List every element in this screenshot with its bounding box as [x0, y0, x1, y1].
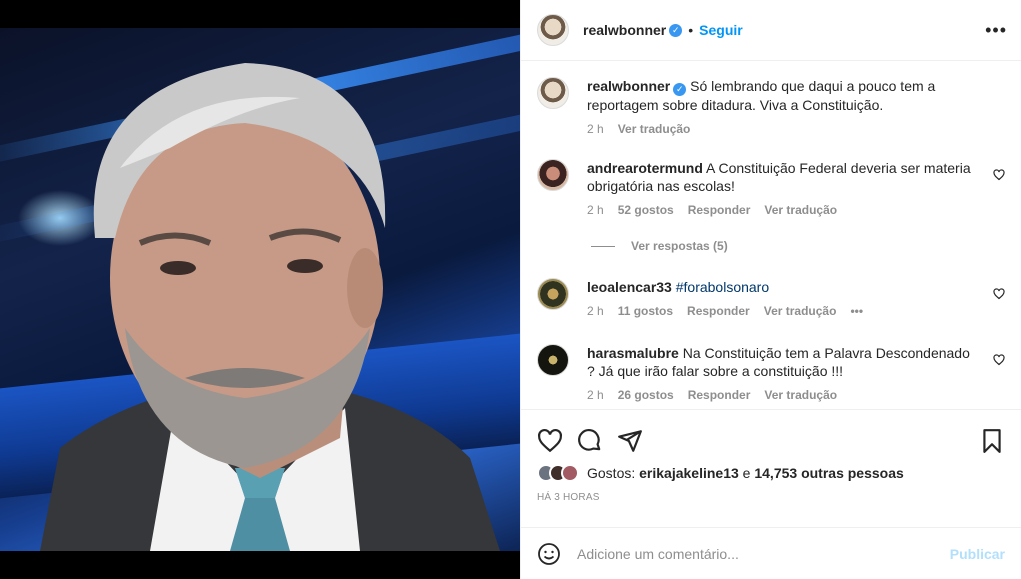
- reply-button[interactable]: Responder: [688, 388, 751, 402]
- likes-summary: Gostos: erikajakeline13 e 14,753 outras …: [521, 460, 1021, 482]
- comment-item: andrearotermund A Constituição Federal d…: [537, 159, 1007, 217]
- comment-time: 2 h: [587, 304, 604, 318]
- comment-time: 2 h: [587, 388, 604, 402]
- like-comment-heart-icon[interactable]: [993, 354, 1005, 366]
- author-avatar[interactable]: [537, 14, 569, 46]
- comment-composer: Publicar: [521, 527, 1021, 579]
- commenter-avatar[interactable]: [537, 344, 569, 376]
- save-bookmark-icon[interactable]: [979, 428, 1005, 454]
- likes-prefix: Gostos:: [587, 465, 636, 481]
- hashtag-link[interactable]: #forabolsonaro: [676, 279, 769, 295]
- like-heart-icon[interactable]: [537, 428, 563, 454]
- verified-badge-icon: ✓: [673, 82, 687, 96]
- replies-line: [591, 245, 615, 247]
- other-likers-link[interactable]: 14,753 outras pessoas: [754, 465, 903, 481]
- post-side-panel: realwbonner ✓ • Seguir ••• realwbonner ✓ …: [520, 0, 1021, 579]
- translate-link[interactable]: Ver tradução: [764, 203, 837, 217]
- caption-username[interactable]: realwbonner: [587, 78, 670, 94]
- caption: realwbonner ✓ Só lembrando que daqui a po…: [537, 77, 1007, 136]
- comment-likes[interactable]: 52 gostos: [618, 203, 674, 217]
- author-username[interactable]: realwbonner: [583, 22, 666, 38]
- first-liker-link[interactable]: erikajakeline13: [639, 465, 739, 481]
- like-comment-heart-icon[interactable]: [993, 288, 1005, 300]
- comment-item: harasmalubre Na Constituição tem a Palav…: [537, 344, 1007, 402]
- caption-translate-link[interactable]: Ver tradução: [618, 122, 691, 136]
- comment-item: leoalencar33 #forabolsonaro 2 h 11 gosto…: [537, 278, 1007, 318]
- publish-button[interactable]: Publicar: [950, 546, 1005, 562]
- reply-button[interactable]: Responder: [687, 304, 750, 318]
- translate-link[interactable]: Ver tradução: [764, 304, 837, 318]
- verified-badge-icon: ✓: [669, 23, 683, 37]
- caption-avatar[interactable]: [537, 77, 569, 109]
- person-illustration: [40, 63, 500, 551]
- posted-ago[interactable]: HÁ 3 HORAS: [521, 482, 1021, 503]
- liker-avatar: [561, 464, 579, 482]
- comment-bubble-icon[interactable]: [577, 428, 603, 454]
- emoji-icon[interactable]: [537, 542, 561, 566]
- post-header: realwbonner ✓ • Seguir •••: [521, 0, 1021, 61]
- comment-likes[interactable]: 11 gostos: [618, 304, 673, 318]
- post-actions: Gostos: erikajakeline13 e 14,753 outras …: [521, 409, 1021, 527]
- reply-button[interactable]: Responder: [688, 203, 751, 217]
- liker-avatars: [537, 464, 579, 482]
- translate-link[interactable]: Ver tradução: [764, 388, 837, 402]
- caption-time: 2 h: [587, 121, 604, 136]
- post-media-pane: [0, 0, 520, 579]
- view-replies-button[interactable]: Ver respostas (5): [591, 239, 728, 253]
- commenter-avatar[interactable]: [537, 278, 569, 310]
- commenter-avatar[interactable]: [537, 159, 569, 191]
- separator-dot: •: [688, 22, 694, 38]
- comment-more-icon[interactable]: •••: [850, 304, 863, 318]
- likes-connector: e: [742, 465, 751, 481]
- comment-username[interactable]: andrearotermund: [587, 160, 703, 176]
- comment-username[interactable]: leoalencar33: [587, 279, 672, 295]
- view-replies-label: Ver respostas (5): [631, 239, 728, 253]
- comment-input[interactable]: [577, 545, 950, 562]
- comments-list[interactable]: realwbonner ✓ Só lembrando que daqui a po…: [521, 62, 1021, 408]
- like-comment-heart-icon[interactable]: [993, 169, 1005, 181]
- follow-button[interactable]: Seguir: [699, 22, 743, 38]
- comment-likes[interactable]: 26 gostos: [618, 388, 674, 402]
- share-send-icon[interactable]: [617, 428, 643, 454]
- comment-username[interactable]: harasmalubre: [587, 345, 679, 361]
- more-options-icon[interactable]: •••: [985, 20, 1007, 41]
- comment-time: 2 h: [587, 203, 604, 217]
- post-photo[interactable]: [0, 28, 520, 551]
